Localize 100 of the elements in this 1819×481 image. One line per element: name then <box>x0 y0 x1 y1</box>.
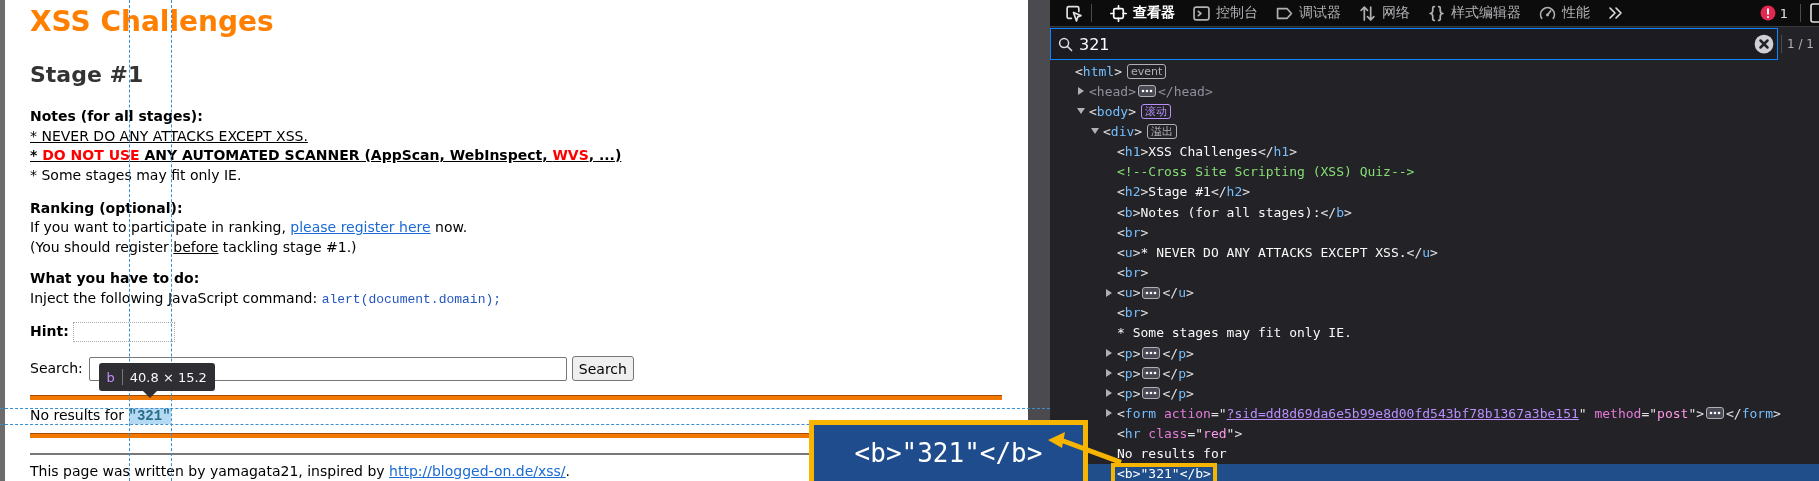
node-markup: <body> <box>1089 103 1136 119</box>
ellipsis-icon[interactable] <box>1142 347 1161 360</box>
node-markup: <html> <box>1075 63 1122 79</box>
node-markup: </p> <box>1162 385 1194 401</box>
caret-right-icon[interactable] <box>1104 388 1114 399</box>
tree-node[interactable]: <h2>Stage #1</h2> <box>1062 181 1819 202</box>
code-snippet: alert(document.domain); <box>321 291 502 307</box>
devtools-tab[interactable]: 网络 <box>1350 0 1419 27</box>
tree-node[interactable]: <form action="?sid=dd8d69da6e5b99e8d00fd543bf78b1367a3be151" method="post"> </form> <box>1062 403 1819 424</box>
ranking-text: If you want to participate in ranking, please register here now. <box>30 218 469 237</box>
tree-node[interactable]: <u> </u> <box>1062 282 1819 303</box>
source-link[interactable]: http://blogged-on.de/xss/ <box>389 462 566 479</box>
tooltip-size: 40.8 × 15.2 <box>129 369 207 385</box>
chevrons-icon[interactable] <box>1607 5 1623 21</box>
devtools-tab[interactable]: 查看器 <box>1101 0 1184 27</box>
node-markup: <br> <box>1117 224 1149 240</box>
node-badge: 滚动 <box>1140 103 1171 119</box>
node-markup: </u> <box>1162 285 1194 301</box>
caret-right-icon[interactable] <box>1104 348 1114 359</box>
node-badge: event <box>1126 63 1167 79</box>
inspector-icon <box>1110 4 1127 22</box>
tree-node[interactable]: <!--Cross Site Scripting (XSS) Quiz--> <box>1062 161 1819 182</box>
section-heading: Notes (for all stages): <box>30 107 204 126</box>
devtools-tab[interactable]: 性能 <box>1530 0 1599 27</box>
tree-node[interactable]: <p> </p> <box>1062 383 1819 404</box>
callout-text: <b>"321"</b> <box>854 438 1043 468</box>
ellipsis-icon[interactable] <box>1142 286 1161 299</box>
search-query: "321" <box>128 408 171 424</box>
node-markup: <u>* NEVER DO ANY ATTACKS EXCEPT XSS.</u> <box>1117 244 1438 260</box>
caret-right-icon[interactable] <box>1104 408 1114 419</box>
tree-node[interactable]: <p> </p> <box>1062 342 1819 364</box>
arrows-icon <box>1359 4 1376 22</box>
devtools-tab[interactable]: 样式编辑器 <box>1419 0 1530 27</box>
node-markup: <p> <box>1117 385 1141 401</box>
node-markup: No results for <box>1117 446 1227 462</box>
node-markup: <h1>XSS Challenges</h1> <box>1117 144 1298 160</box>
caret-right-icon[interactable] <box>1076 86 1086 97</box>
node-markup: <br> <box>1117 305 1149 321</box>
node-markup: <p> <box>1117 345 1141 361</box>
node-markup: <form action="?sid=dd8d69da6e5b99e8d00fd543bf78b1367a3be151" method="post"> <box>1117 405 1705 421</box>
match-count: 1 / 1 <box>1787 37 1814 51</box>
devtools-tab[interactable]: 控制台 <box>1184 0 1267 27</box>
node-badge: 溢出 <box>1147 124 1178 139</box>
note-line: * NEVER DO ANY ATTACKS EXCEPT XSS. <box>30 126 309 146</box>
node-markup: <p> <box>1117 365 1141 381</box>
node-markup: </head> <box>1157 83 1213 99</box>
node-markup: </form> <box>1726 405 1781 421</box>
search-label: Search: <box>30 358 83 378</box>
register-note: (You should register before tackling stage #1.) <box>30 237 358 257</box>
error-count: 1 <box>1779 5 1788 21</box>
frame-icon[interactable] <box>1810 3 1819 23</box>
ellipsis-icon[interactable] <box>1142 387 1161 400</box>
tree-node[interactable]: <u>* NEVER DO ANY ATTACKS EXCEPT XSS.</u> <box>1062 242 1819 263</box>
gauge-icon <box>1539 4 1556 22</box>
tree-node[interactable]: <h1>XSS Challenges</h1> <box>1062 141 1819 162</box>
tree-node[interactable]: * Some stages may fit only IE. <box>1062 322 1819 343</box>
clear-icon[interactable] <box>1754 34 1774 54</box>
tree-node[interactable]: <head> </head> <box>1062 81 1819 102</box>
node-markup: <h2>Stage #1</h2> <box>1117 184 1251 200</box>
error-icon[interactable] <box>1759 5 1776 21</box>
console-icon <box>1193 4 1210 22</box>
register-link[interactable]: please register here <box>290 219 431 235</box>
node-markup: <hr class="red"> <box>1117 426 1243 442</box>
ellipsis-icon[interactable] <box>1706 407 1725 420</box>
stage-heading: Stage #1 <box>30 61 145 89</box>
note-line: * Some stages may fit only IE. <box>30 165 243 185</box>
ellipsis-icon[interactable] <box>1137 85 1156 98</box>
search-button[interactable]: Search <box>571 356 634 381</box>
search-field[interactable]: 321 <box>1050 28 1778 60</box>
tree-node[interactable]: <html> event <box>1062 61 1819 82</box>
node-markup: <u> <box>1117 285 1141 301</box>
node-markup: </p> <box>1162 365 1194 381</box>
ellipsis-icon[interactable] <box>1142 367 1161 380</box>
search-icon <box>1058 36 1073 52</box>
tree-node[interactable]: <br> <box>1062 302 1819 323</box>
caret-right-icon[interactable] <box>1104 368 1114 379</box>
node-markup: <!--Cross Site Scripting (XSS) Quiz--> <box>1117 164 1415 180</box>
search-input[interactable]: 321 <box>1079 34 1748 54</box>
tree-node[interactable]: <br> <box>1062 262 1819 283</box>
tree-node[interactable]: <br> <box>1062 222 1819 243</box>
tree-node[interactable]: <body> 滚动 <box>1062 101 1819 122</box>
node-markup: <b>"321"</b> <box>1111 462 1217 481</box>
tree-node[interactable]: <p> </p> <box>1062 363 1819 384</box>
caret-right-icon[interactable] <box>1104 287 1114 298</box>
tooltip-tag: b <box>106 369 115 385</box>
hint-label: Hint: <box>30 322 69 342</box>
task-text: Inject the following JavaScript command: <box>30 289 319 306</box>
section-heading: Ranking (optional): <box>30 198 184 218</box>
result-text: No results for <box>30 407 126 423</box>
picker-icon[interactable] <box>1065 4 1082 22</box>
devtools-tab[interactable]: 调试器 <box>1267 0 1350 27</box>
section-heading: What you have to do: <box>30 269 201 288</box>
page-title: XSS Challenges <box>30 5 275 39</box>
tree-node[interactable]: <b>Notes (for all stages):</b> <box>1062 202 1819 223</box>
node-markup: </p> <box>1162 345 1194 361</box>
node-markup: <br> <box>1117 264 1149 280</box>
node-markup: <b>Notes (for all stages):</b> <box>1117 204 1352 220</box>
tree-node[interactable]: <div> 溢出 <box>1062 121 1819 142</box>
node-markup: * Some stages may fit only IE. <box>1117 325 1352 341</box>
braces-icon <box>1428 4 1445 22</box>
